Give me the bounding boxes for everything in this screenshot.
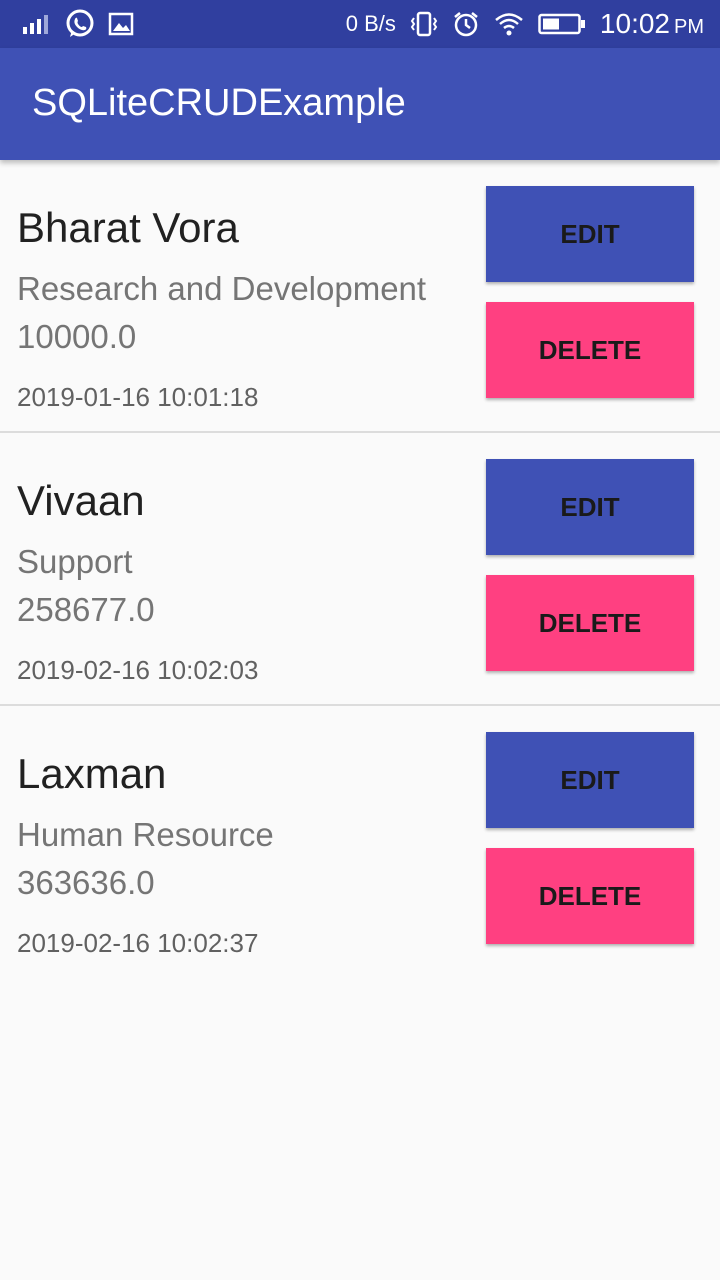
edit-button[interactable]: EDIT xyxy=(486,459,694,555)
network-speed: 0 B/s xyxy=(345,11,396,36)
employee-row: Bharat Vora Research and Development 100… xyxy=(0,160,720,433)
delete-button[interactable]: DELETE xyxy=(486,302,694,398)
delete-button[interactable]: DELETE xyxy=(486,848,694,944)
employee-row: Laxman Human Resource 363636.0 2019-02-1… xyxy=(0,706,720,979)
employee-joined-date: 2019-01-16 10:01:18 xyxy=(17,382,259,412)
clock-time: 10:02 xyxy=(599,8,670,39)
employee-name: Bharat Vora xyxy=(17,204,239,251)
app-title: SQLiteCRUDExample xyxy=(32,82,406,124)
status-bar-system: 0 B/s 10:02 PM xyxy=(346,8,704,40)
vibrate-icon xyxy=(410,10,438,38)
employee-salary: 258677.0 xyxy=(17,591,155,628)
employee-list: Bharat Vora Research and Development 100… xyxy=(0,160,720,979)
employee-joined-date: 2019-02-16 10:02:37 xyxy=(17,928,259,958)
employee-name: Laxman xyxy=(17,750,167,797)
app-bar: SQLiteCRUDExample xyxy=(0,48,720,160)
wifi-icon xyxy=(494,11,524,37)
employee-name: Vivaan xyxy=(17,477,145,524)
employee-joined-date: 2019-02-16 10:02:03 xyxy=(17,655,259,685)
edit-button[interactable]: EDIT xyxy=(486,732,694,828)
alarm-icon xyxy=(452,10,480,38)
whatsapp-icon xyxy=(64,8,96,40)
signal-icon xyxy=(22,13,52,35)
employee-salary: 10000.0 xyxy=(17,318,137,355)
employee-department: Support xyxy=(17,543,133,580)
edit-button[interactable]: EDIT xyxy=(486,186,694,282)
clock: 10:02 PM xyxy=(600,8,704,40)
clock-ampm: PM xyxy=(674,16,704,38)
employee-department: Research and Development xyxy=(17,270,427,307)
battery-icon xyxy=(538,12,586,36)
delete-button[interactable]: DELETE xyxy=(486,575,694,671)
status-bar: 0 B/s 10:02 PM xyxy=(0,0,720,48)
status-bar-notifications xyxy=(22,8,134,40)
employee-department: Human Resource xyxy=(17,816,274,853)
gallery-icon xyxy=(108,12,134,36)
employee-row: Vivaan Support 258677.0 2019-02-16 10:02… xyxy=(0,433,720,706)
employee-salary: 363636.0 xyxy=(17,864,155,901)
